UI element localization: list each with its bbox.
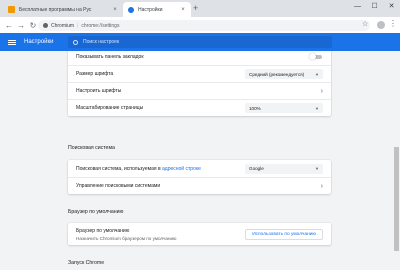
settings-content: Показывать панель закладок Размер шрифта… — [0, 51, 393, 270]
orange-site-icon — [8, 6, 15, 13]
maximize-button[interactable]: ☐ — [366, 0, 383, 14]
bookmarks-bar-toggle[interactable] — [309, 53, 322, 60]
search-engine-value: Google — [249, 166, 264, 171]
tab-title: Бесплатные программы на Рус — [19, 6, 92, 13]
site-label: Chromium — [51, 22, 75, 29]
settings-gear-icon — [128, 6, 134, 13]
customize-fonts-label: Настроить шрифты — [76, 88, 122, 94]
close-window-button[interactable]: ✕ — [383, 0, 400, 14]
url-text: chrome://settings — [81, 22, 120, 29]
manage-search-engines-row[interactable]: Управление поисковыми системами › — [68, 177, 331, 194]
url-separator: | — [77, 22, 79, 29]
page-zoom-select[interactable]: 100% ▼ — [245, 103, 323, 113]
back-button[interactable]: ← — [3, 21, 15, 30]
settings-header: Настройки Поиск настроек — [0, 33, 400, 51]
tab-settings[interactable]: Настройки × — [123, 2, 191, 17]
search-engine-row: Поисковая система, используемая в адресн… — [68, 160, 331, 177]
hamburger-menu-icon[interactable] — [8, 39, 16, 45]
window-controls: — ☐ ✕ — [349, 0, 400, 14]
address-bar-link[interactable]: адресной строке — [162, 166, 201, 172]
startup-section-title: Запуск Chrome — [68, 260, 105, 266]
default-browser-row: Браузер по умолчанию Назначить Chromium … — [68, 223, 331, 245]
search-engine-section-title: Поисковая система — [68, 145, 115, 151]
search-engine-select[interactable]: Google ▼ — [245, 163, 323, 174]
tab-strip: Бесплатные программы на Рус × Настройки … — [0, 0, 400, 17]
address-bar[interactable]: Chromium | chrome://settings — [38, 20, 370, 31]
default-browser-section-title: Браузер по умолчанию — [68, 209, 124, 215]
forward-button[interactable]: → — [15, 21, 27, 30]
settings-search-input[interactable]: Поиск настроек — [68, 36, 332, 48]
appearance-card: Показывать панель закладок Размер шрифта… — [68, 51, 331, 116]
show-bookmarks-row[interactable]: Показывать панель закладок — [68, 51, 331, 65]
chevron-right-icon: › — [320, 182, 323, 190]
page-scrollbar[interactable] — [393, 51, 400, 270]
search-placeholder: Поиск настроек — [83, 39, 120, 45]
dropdown-arrow-icon: ▼ — [315, 166, 319, 171]
close-tab-icon[interactable]: × — [112, 7, 118, 13]
bookmark-star-icon[interactable]: ☆ — [362, 20, 368, 28]
show-bookmarks-label: Показывать панель закладок — [76, 53, 144, 60]
font-size-value: Средний (рекомендуется) — [249, 71, 305, 77]
page-zoom-value: 100% — [249, 105, 261, 111]
page-zoom-row: Масштабирование страницы 100% ▼ — [68, 99, 331, 116]
font-size-row: Размер шрифта Средний (рекомендуется) ▼ — [68, 65, 331, 82]
close-tab-icon[interactable]: × — [180, 7, 186, 13]
dropdown-arrow-icon: ▼ — [315, 105, 319, 111]
new-tab-button[interactable]: + — [193, 3, 198, 13]
scrollbar-thumb[interactable] — [394, 147, 399, 251]
search-engine-card: Поисковая система, используемая в адресн… — [68, 160, 331, 194]
tab-free-programs[interactable]: Бесплатные программы на Рус × — [3, 2, 123, 17]
tab-title: Настройки — [138, 6, 163, 13]
font-size-select[interactable]: Средний (рекомендуется) ▼ — [245, 69, 323, 79]
browser-toolbar: ← → ↻ Chromium | chrome://settings ☆ ⋮ — [0, 17, 400, 33]
search-icon — [73, 39, 78, 45]
site-info-icon[interactable] — [43, 23, 48, 28]
dropdown-arrow-icon: ▼ — [315, 71, 319, 77]
chevron-right-icon: › — [320, 87, 323, 95]
profile-avatar[interactable] — [377, 21, 385, 29]
make-default-button[interactable]: Использовать по умолчанию — [245, 228, 323, 240]
browser-menu-icon[interactable]: ⋮ — [389, 19, 397, 28]
customize-fonts-row[interactable]: Настроить шрифты › — [68, 82, 331, 99]
minimize-button[interactable]: — — [349, 0, 366, 14]
default-browser-card: Браузер по умолчанию Назначить Chromium … — [68, 223, 331, 245]
manage-search-engines-label: Управление поисковыми системами — [76, 183, 161, 189]
page-title: Настройки — [24, 39, 54, 45]
